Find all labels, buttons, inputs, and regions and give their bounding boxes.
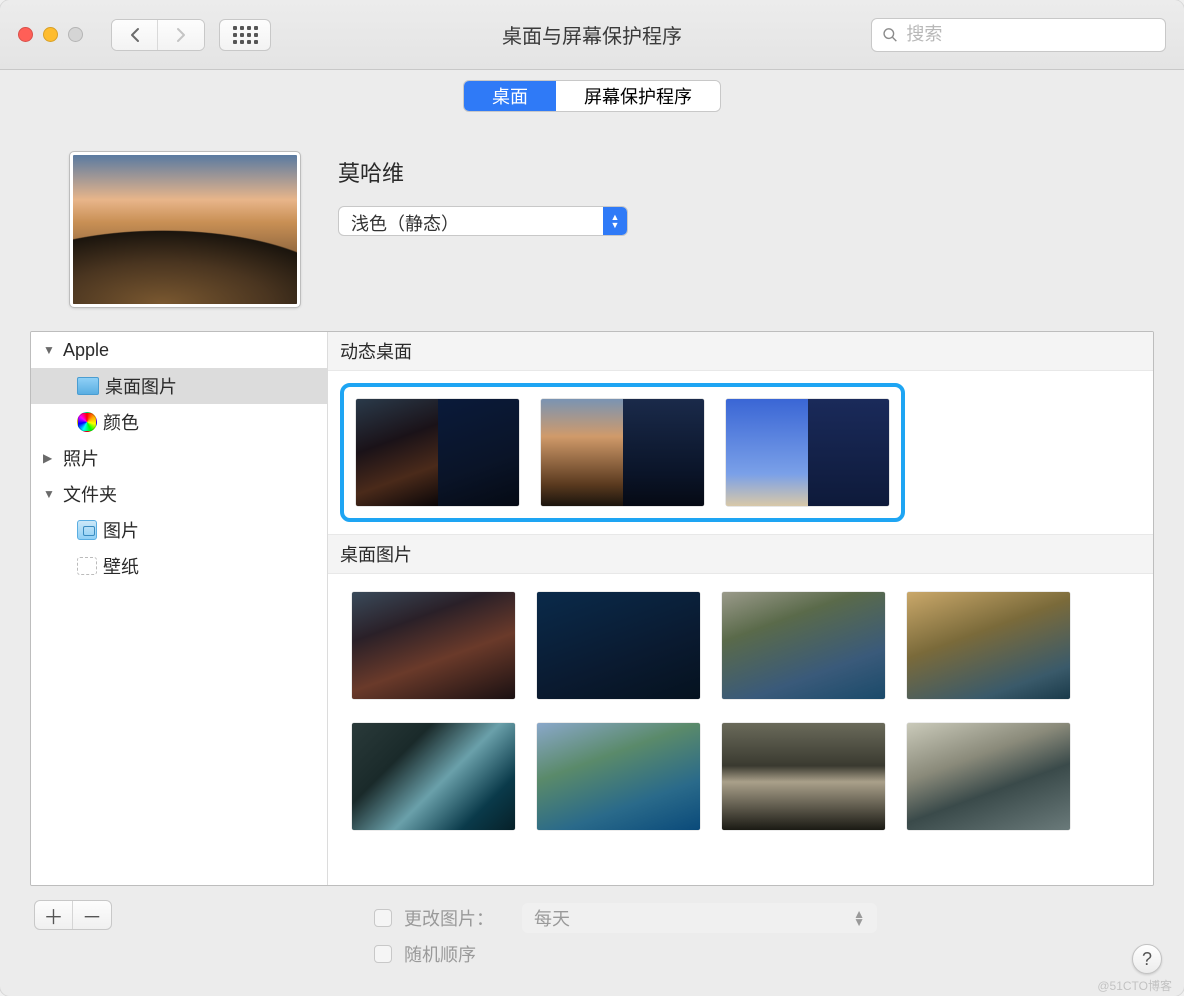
random-order-label: 随机顺序 [404, 941, 476, 967]
change-interval-dropdown: 每天 ▲▼ [522, 903, 877, 933]
disclosure-triangle-icon: ▶ [43, 451, 57, 465]
sidebar-item-apple[interactable]: ▼ Apple [31, 332, 327, 368]
wallpaper-thumb[interactable] [907, 592, 1070, 699]
random-order-checkbox[interactable] [374, 945, 392, 963]
dynamic-wallpaper-thumb[interactable] [541, 399, 704, 506]
tab-screensaver[interactable]: 屏幕保护程序 [556, 81, 720, 111]
forward-button[interactable] [158, 20, 204, 50]
stepper-arrows-icon: ▲▼ [853, 910, 865, 926]
disclosure-triangle-icon: ▼ [43, 343, 57, 357]
wallpaper-thumb[interactable] [537, 723, 700, 830]
wallpaper-thumb[interactable] [722, 592, 885, 699]
sidebar-label: 颜色 [103, 409, 139, 435]
color-wheel-icon [77, 412, 97, 432]
bottom-bar: ＋ － 更改图片： 每天 ▲▼ 随机顺序 [30, 886, 1154, 972]
add-remove-buttons: ＋ － [34, 900, 112, 930]
appearance-mode-value: 浅色（静态） [339, 207, 603, 235]
titlebar: 桌面与屏幕保护程序 [0, 0, 1184, 70]
wallpaper-thumb[interactable] [537, 592, 700, 699]
search-field[interactable] [871, 18, 1166, 52]
sidebar-item-pictures-folder[interactable]: 图片 [31, 512, 327, 548]
sidebar-label: 桌面图片 [105, 373, 177, 399]
options-area: 更改图片： 每天 ▲▼ 随机顺序 [374, 900, 877, 972]
change-picture-checkbox[interactable] [374, 909, 392, 927]
sidebar-label: 图片 [103, 517, 139, 543]
chevron-left-icon [129, 27, 141, 43]
sidebar-item-folders[interactable]: ▼ 文件夹 [31, 476, 327, 512]
dynamic-desktop-group [340, 383, 905, 522]
help-button[interactable]: ? [1132, 944, 1162, 974]
dynamic-wallpaper-thumb[interactable] [726, 399, 889, 506]
pictures-folder-icon [77, 520, 97, 540]
section-header-dynamic: 动态桌面 [328, 332, 1153, 371]
watermark: @51CTO博客 [1097, 977, 1172, 994]
tab-desktop[interactable]: 桌面 [464, 81, 556, 111]
current-selection-area: 莫哈维 浅色（静态） ▲▼ [338, 152, 628, 307]
folder-icon [77, 377, 99, 395]
sidebar-item-wallpapers-folder[interactable]: 壁纸 [31, 548, 327, 584]
current-wallpaper-preview [70, 152, 300, 307]
sidebar-label: 壁纸 [103, 553, 139, 579]
window-title: 桌面与屏幕保护程序 [502, 20, 682, 49]
sidebar-item-photos[interactable]: ▶ 照片 [31, 440, 327, 476]
sidebar-label: 文件夹 [63, 481, 117, 507]
stepper-arrows-icon: ▲▼ [603, 207, 627, 235]
remove-folder-button[interactable]: － [73, 901, 111, 929]
search-input[interactable] [906, 24, 1155, 45]
close-button[interactable] [18, 27, 33, 42]
preferences-window: 桌面与屏幕保护程序 桌面 屏幕保护程序 莫哈维 浅色（静态） ▲▼ ▼ [0, 0, 1184, 996]
disclosure-triangle-icon: ▼ [43, 487, 57, 501]
content-area: 莫哈维 浅色（静态） ▲▼ ▼ Apple 桌面图片 颜色 [0, 112, 1184, 996]
random-order-row: 随机顺序 [374, 936, 877, 972]
change-picture-row: 更改图片： 每天 ▲▼ [374, 900, 877, 936]
minimize-button[interactable] [43, 27, 58, 42]
sidebar-label: 照片 [63, 445, 99, 471]
wallpaper-thumb[interactable] [352, 723, 515, 830]
appearance-mode-dropdown[interactable]: 浅色（静态） ▲▼ [338, 206, 628, 236]
change-picture-label: 更改图片： [404, 905, 494, 931]
wallpaper-gallery: 动态桌面 桌面图片 [328, 332, 1153, 885]
wallpaper-thumb[interactable] [352, 592, 515, 699]
sidebar-label: Apple [63, 340, 109, 361]
search-icon [882, 26, 898, 44]
dynamic-wallpaper-thumb[interactable] [356, 399, 519, 506]
show-all-button[interactable] [219, 19, 271, 51]
source-sidebar: ▼ Apple 桌面图片 颜色 ▶ 照片 ▼ 文件夹 [31, 332, 328, 885]
section-header-pictures: 桌面图片 [328, 534, 1153, 574]
change-interval-value: 每天 [534, 905, 570, 931]
traffic-lights [18, 27, 83, 42]
main-pane: ▼ Apple 桌面图片 颜色 ▶ 照片 ▼ 文件夹 [30, 331, 1154, 886]
sidebar-item-colors[interactable]: 颜色 [31, 404, 327, 440]
nav-buttons [111, 19, 205, 51]
back-button[interactable] [112, 20, 158, 50]
wallpaper-thumb[interactable] [907, 723, 1070, 830]
wallpaper-thumb[interactable] [722, 723, 885, 830]
add-folder-button[interactable]: ＋ [35, 901, 73, 929]
chevron-right-icon [175, 27, 187, 43]
sidebar-item-desktop-pictures[interactable]: 桌面图片 [31, 368, 327, 404]
current-wallpaper-name: 莫哈维 [338, 156, 628, 188]
empty-folder-icon [77, 557, 97, 575]
zoom-button[interactable] [68, 27, 83, 42]
grid-icon [233, 26, 258, 44]
top-area: 莫哈维 浅色（静态） ▲▼ [30, 112, 1154, 331]
desktop-pictures-grid [328, 574, 1153, 848]
tab-segmented-control: 桌面 屏幕保护程序 [463, 80, 721, 112]
